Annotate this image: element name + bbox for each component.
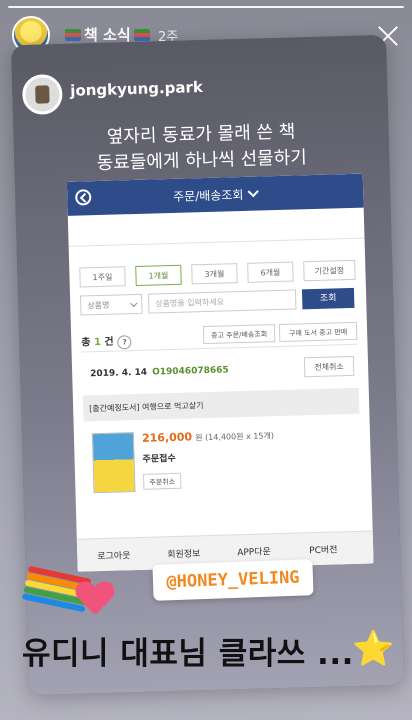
period-3months: 3개월 — [191, 263, 238, 285]
post-author-username[interactable]: jongkyung.park — [70, 78, 203, 100]
order-price: 216,000 원 (14,400원 x 15개) — [141, 430, 275, 445]
search-filter: 상품명 상품명을 입력하세요 조회 — [80, 287, 357, 318]
books-icon — [133, 29, 150, 41]
search-button: 조회 — [301, 287, 355, 310]
screenshot-title: 주문/배송조회 — [172, 187, 244, 204]
cancel-all-button: 전체취소 — [303, 355, 355, 378]
chevron-down-icon — [247, 185, 259, 198]
product-title: [출간예정도서] 여행으로 먹고살기 — [89, 401, 204, 414]
story-caption: 유디니 대표님 클라쓰 ... — [22, 636, 354, 672]
book-cover-thumbnail — [91, 432, 136, 494]
period-6months: 6개월 — [247, 261, 294, 283]
total-count: 총 1 건? — [81, 332, 132, 350]
post-author-avatar[interactable] — [21, 73, 63, 116]
order-date: 2019. 4. 14 — [90, 367, 148, 380]
order-row: 2019. 4. 14 O19046078665 전체취소 — [82, 355, 359, 386]
story-progress-bar — [8, 6, 404, 8]
product-title-bar: [출간예정도서] 여행으로 먹고살기 — [82, 387, 360, 422]
books-icon — [65, 29, 81, 41]
search-input: 상품명을 입력하세요 — [147, 289, 297, 314]
order-screenshot: 주문/배송조회 1주일 1개월 3개월 6개월 기간설정 상품명 상품명을 입력… — [66, 173, 374, 572]
total-row: 총 1 건? 중고 주문/배송조회 구매 도서 중고 판매 — [80, 321, 358, 353]
footer-member-info: 회원정보 — [167, 549, 201, 561]
mention-sticker[interactable]: @HONEY_VELING — [152, 559, 314, 601]
footer-app-download: APP다운 — [237, 547, 271, 559]
footer-pc-version: PC버전 — [309, 545, 338, 557]
heart-sticker — [76, 582, 114, 618]
help-icon: ? — [117, 335, 132, 350]
period-custom: 기간설정 — [303, 259, 356, 282]
sell-used-button: 구매 도서 중고 판매 — [278, 321, 358, 342]
order-number: O19046078665 — [152, 365, 229, 378]
used-order-button: 중고 주문/배송조회 — [202, 324, 276, 345]
period-filter: 1주일 1개월 3개월 6개월 기간설정 — [79, 259, 356, 290]
post-headline: 옆자리 동료가 몰래 쓴 책 동료들에게 하나씩 선물하기 — [96, 121, 308, 175]
period-1week: 1주일 — [79, 266, 126, 288]
product-select: 상품명 — [80, 293, 143, 316]
order-cancel-button: 주문취소 — [143, 472, 182, 490]
order-status: 주문접수 — [142, 453, 176, 465]
period-1month: 1개월 — [135, 264, 182, 286]
star-icon: ⭐ — [352, 629, 395, 669]
footer-logout: 로그아웃 — [97, 551, 131, 563]
